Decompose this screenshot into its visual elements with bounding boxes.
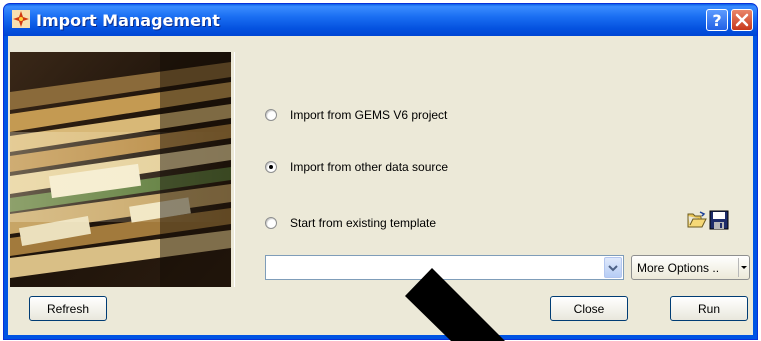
pointer-arrow-overlay xyxy=(405,268,505,341)
